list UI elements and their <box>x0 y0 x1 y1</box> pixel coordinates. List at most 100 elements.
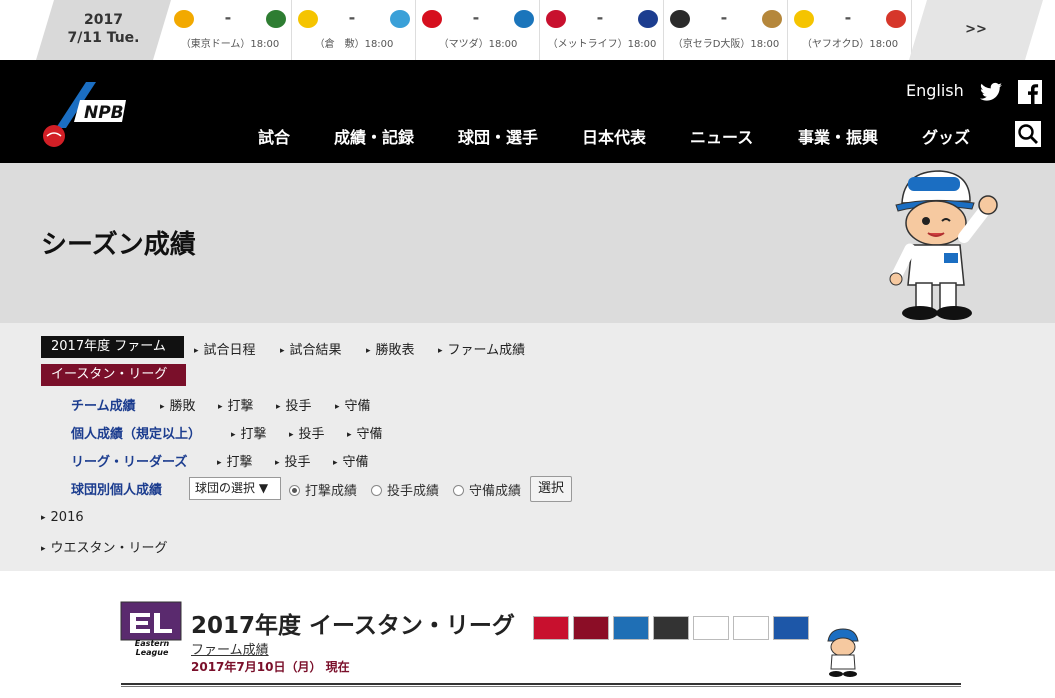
team-logo-icon <box>266 10 286 28</box>
radio-fielding[interactable]: 守備成績 <box>453 480 521 499</box>
nav-business[interactable]: 事業・振興 <box>798 124 878 148</box>
year-tag[interactable]: 2017年度 ファーム <box>41 336 184 358</box>
nav-teams[interactable]: 球団・選手 <box>458 124 538 148</box>
section-league-leaders[interactable]: リーグ・リーダーズ <box>71 451 187 470</box>
nav-goods[interactable]: グッズ <box>922 124 970 148</box>
twitter-icon[interactable] <box>979 80 1003 104</box>
score-dash: - <box>596 8 604 27</box>
team-logo-icon <box>174 10 194 28</box>
score-dash: - <box>472 8 480 27</box>
search-icon[interactable] <box>1015 121 1041 147</box>
link-team-batting[interactable]: 打撃 <box>218 395 254 414</box>
link-leaders-fielding[interactable]: 守備 <box>333 451 369 470</box>
npb-logo[interactable]: NPB <box>40 78 130 150</box>
link-team-fielding[interactable]: 守備 <box>335 395 371 414</box>
section-individual-stats[interactable]: 個人成績（規定以上） <box>71 423 201 442</box>
team-select[interactable]: 球団の選択 ▼ <box>189 477 281 500</box>
score-year: 2017 <box>84 12 123 28</box>
link-leaders-pitching[interactable]: 投手 <box>275 451 311 470</box>
select-button[interactable]: 選択 <box>530 476 572 502</box>
content-divider <box>121 683 961 687</box>
radio-pitching[interactable]: 投手成績 <box>371 480 439 499</box>
site-header: NPB English 試合 成績・記録 球団・選手 日本代表 ニュース 事業・… <box>0 60 1055 163</box>
game-venue: （東京ドーム）18:00 <box>180 39 280 50</box>
content-area: Eastern League 2017年度 イースタン・リーグ ファーム成績 2… <box>0 571 1055 698</box>
team-logo-icon <box>886 10 906 28</box>
radio-label: 守備成績 <box>469 484 522 499</box>
more-games-label: >> <box>965 22 987 37</box>
content-title: 2017年度 イースタン・リーグ <box>191 613 515 639</box>
nav-national-team[interactable]: 日本代表 <box>582 124 646 148</box>
game-6[interactable]: - （ヤフオクD）18:00 <box>788 0 912 60</box>
mascot-illustration <box>889 170 998 320</box>
nav-stats[interactable]: 成績・記録 <box>334 124 414 148</box>
team-lions-icon[interactable] <box>613 616 649 640</box>
score-dash: - <box>224 8 232 27</box>
link-leaders-batting[interactable]: 打撃 <box>217 451 253 470</box>
team-giants-icon[interactable] <box>533 616 569 640</box>
team-logo-icon <box>670 10 690 28</box>
radio-label: 打撃成績 <box>305 484 358 499</box>
date-tab: 2017 7/11 Tue. <box>36 0 171 60</box>
game-1[interactable]: - （東京ドーム）18:00 <box>168 0 292 60</box>
team-logo-icon <box>514 10 534 28</box>
link-2016[interactable]: 2016 <box>41 510 84 525</box>
link-ind-pitching[interactable]: 投手 <box>289 423 325 442</box>
team-logo-icon <box>390 10 410 28</box>
score-date: 7/11 Tue. <box>67 30 140 46</box>
game-4[interactable]: - （メットライフ）18:00 <box>540 0 664 60</box>
game-venue: （ヤフオクD）18:00 <box>801 39 899 50</box>
team-logo-icon <box>546 10 566 28</box>
link-ind-fielding[interactable]: 守備 <box>347 423 383 442</box>
team-logo-icon <box>638 10 658 28</box>
stats-submenu: 2017年度 ファーム 試合日程 試合結果 勝敗表 ファーム成績 イースタン・リ… <box>0 323 1055 571</box>
more-games-button[interactable]: >> <box>909 0 1043 60</box>
game-venue: （倉 敷）18:00 <box>314 39 394 50</box>
npb-logo-text: NPB <box>84 103 124 123</box>
game-venue: （京セラD大阪）18:00 <box>672 39 780 50</box>
link-ind-batting[interactable]: 打撃 <box>231 423 267 442</box>
team-eagles-icon[interactable] <box>573 616 609 640</box>
score-dash: - <box>720 8 728 27</box>
score-dash: - <box>844 8 852 27</box>
team-logo-icon <box>762 10 782 28</box>
team-logo-icon <box>298 10 318 28</box>
eastern-league-caption: Eastern League <box>134 639 170 657</box>
league-tag[interactable]: イースタン・リーグ <box>41 364 186 386</box>
link-team-pitching[interactable]: 投手 <box>276 395 312 414</box>
section-team-stats[interactable]: チーム成績 <box>71 395 136 414</box>
page-title: シーズン成績 <box>41 230 196 260</box>
english-link[interactable]: English <box>906 81 964 100</box>
team-logo-icon <box>422 10 442 28</box>
game-venue: （マツダ）18:00 <box>438 39 518 50</box>
team-baystars-icon[interactable] <box>693 616 729 640</box>
radio-label: 投手成績 <box>387 484 440 499</box>
nav-news[interactable]: ニュース <box>690 124 753 148</box>
farm-stats-link[interactable]: ファーム成績 <box>191 639 269 658</box>
as-of-date: 2017年7月10日（月） 現在 <box>191 660 350 674</box>
facebook-icon[interactable] <box>1018 80 1042 104</box>
link-schedule[interactable]: 試合日程 <box>194 339 256 358</box>
team-logo-icon <box>794 10 814 28</box>
section-team-individual: 球団別個人成績 <box>71 483 163 498</box>
game-3[interactable]: - （マツダ）18:00 <box>416 0 540 60</box>
link-standings[interactable]: 勝敗表 <box>366 339 415 358</box>
link-team-wins[interactable]: 勝敗 <box>160 395 196 414</box>
link-western-league[interactable]: ウエスタン・リーグ <box>41 537 168 556</box>
page-hero: シーズン成績 <box>0 163 1055 323</box>
radio-dot[interactable] <box>371 485 382 496</box>
radio-batting[interactable]: 打撃成績 <box>289 480 357 499</box>
link-farm-stats[interactable]: ファーム成績 <box>438 339 526 358</box>
radio-dot[interactable] <box>453 485 464 496</box>
score-dash: - <box>348 8 356 27</box>
link-results[interactable]: 試合結果 <box>280 339 342 358</box>
team-fighters-icon[interactable] <box>733 616 769 640</box>
game-2[interactable]: - （倉 敷）18:00 <box>292 0 416 60</box>
nav-games[interactable]: 試合 <box>258 124 290 148</box>
game-venue: （メットライフ）18:00 <box>547 39 657 50</box>
score-bar: 2017 7/11 Tue. - （東京ドーム）18:00 - （倉 敷）18:… <box>0 0 1055 60</box>
team-marines-icon[interactable] <box>653 616 689 640</box>
team-swallows-icon[interactable] <box>773 616 809 640</box>
game-5[interactable]: - （京セラD大阪）18:00 <box>664 0 788 60</box>
radio-dot[interactable] <box>289 485 300 496</box>
